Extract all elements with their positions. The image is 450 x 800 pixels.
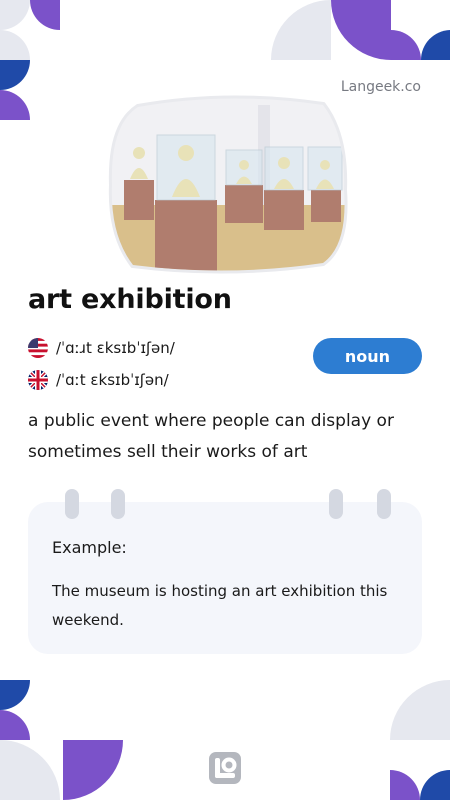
uk-flag-icon [28,370,48,390]
site-brand[interactable]: Langeek.co [341,79,421,95]
binder-ring [329,489,343,519]
entry-word: art exhibition [28,284,232,315]
gallery-sculptures-illustration [108,95,348,275]
binder-ring [65,489,79,519]
pronunciation-us-ipa: /ˈɑːɹt ɛksɪbˈɪʃən/ [56,339,175,357]
example-sentence: The museum is hosting an art exhibition … [52,582,388,629]
binder-ring [111,489,125,519]
bottom-right-decoration [390,680,450,800]
us-flag-icon [28,338,48,358]
top-right-decoration [271,0,450,60]
part-of-speech-badge[interactable]: noun [313,338,422,374]
pronunciation-us[interactable]: /ˈɑːɹt ɛksɪbˈɪʃən/ [28,338,175,358]
example-label: Example: [52,538,127,557]
top-left-decoration [0,0,60,120]
definition-text: a public event where people can display … [28,411,394,462]
pronunciation-uk[interactable]: /ˈɑːt ɛksɪbˈɪʃən/ [28,370,169,390]
langeek-logo-icon[interactable] [209,752,241,784]
binder-ring [377,489,391,519]
bottom-left-decoration [0,680,123,800]
pronunciation-uk-ipa: /ˈɑːt ɛksɪbˈɪʃən/ [56,371,169,389]
